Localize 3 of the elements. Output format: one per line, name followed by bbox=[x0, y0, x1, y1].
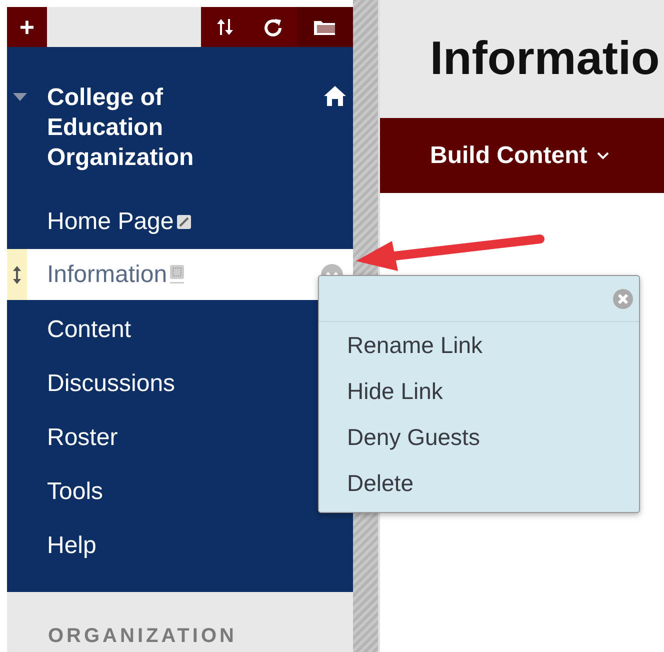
section-heading: ORGANIZATION bbox=[48, 625, 237, 647]
page-title: Informatio bbox=[430, 30, 660, 84]
course-title: College of Education Organization bbox=[47, 83, 195, 173]
